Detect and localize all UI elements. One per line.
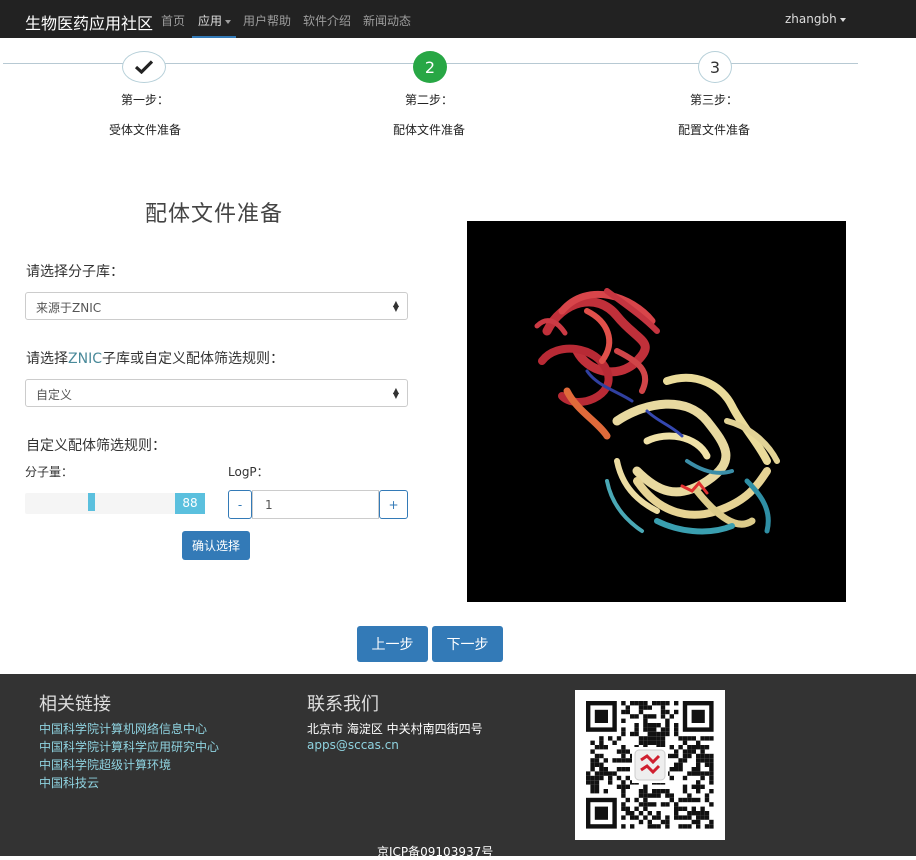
- contact-address: 北京市 海淀区 中关村南四街四号: [307, 722, 483, 736]
- links-heading: 相关链接: [39, 694, 111, 715]
- contact-heading: 联系我们: [307, 694, 379, 715]
- user-name: zhangbh: [785, 12, 837, 26]
- rule-select[interactable]: 自定义 ▲ ▼: [25, 379, 408, 407]
- user-menu[interactable]: zhangbh: [785, 12, 846, 26]
- nav-item-news[interactable]: 新闻动态: [363, 12, 411, 29]
- rule-select-value: 自定义: [36, 388, 73, 402]
- library-label: 请选择分子库：: [26, 264, 124, 280]
- step-2-circle: 2: [413, 51, 447, 83]
- brand-title[interactable]: 生物医药应用社区: [25, 10, 153, 34]
- contact-email[interactable]: apps@sccas.cn: [307, 738, 399, 752]
- select-arrows-icon: ▲ ▼: [392, 299, 399, 313]
- step-1-title: 第一步：: [120, 93, 169, 107]
- caret-down-icon: [225, 19, 232, 24]
- step-3-title: 第三步：: [689, 93, 738, 107]
- nav-item-help[interactable]: 用户帮助: [243, 12, 291, 29]
- step-1-desc: 受体文件准备: [108, 123, 181, 137]
- logp-decrement-button[interactable]: -: [228, 490, 252, 519]
- rule-label-suffix: 子库或自定义配体筛选规则：: [101, 351, 284, 367]
- logp-input[interactable]: 1: [252, 490, 379, 519]
- top-navbar: 生物医药应用社区 首页 应用 用户帮助 软件介绍 新闻动态 zhangbh: [0, 0, 916, 38]
- rule-label-highlight: ZNIC: [68, 351, 102, 367]
- nav-item-apps-label: 应用: [198, 14, 223, 28]
- footer-link-cstcloud[interactable]: 中国科技云: [39, 774, 99, 791]
- nav-active-indicator: [192, 36, 236, 38]
- step-2-desc: 配体文件准备: [392, 123, 465, 137]
- icp-number: 京ICP备09103937号: [377, 845, 494, 859]
- step-3-desc: 配置文件准备: [677, 123, 750, 137]
- mw-slider-value: 88: [175, 493, 205, 514]
- library-select[interactable]: 来源于ZNIC ▲ ▼: [25, 292, 408, 320]
- caret-down-icon: [839, 17, 846, 22]
- step-3-circle: 3: [698, 51, 732, 83]
- footer-link-supercomputing[interactable]: 中国科学院超级计算环境: [39, 756, 171, 773]
- logp-increment-button[interactable]: +: [379, 490, 408, 519]
- checkmark-icon: [135, 60, 153, 74]
- nav-item-home[interactable]: 首页: [161, 12, 185, 29]
- qr-code-icon: [575, 690, 725, 840]
- footer-link-sccas[interactable]: 中国科学院计算科学应用研究中心: [39, 738, 219, 755]
- section-title: 配体文件准备: [145, 202, 284, 227]
- nav-item-apps[interactable]: 应用: [198, 12, 232, 29]
- footer-link-cnic[interactable]: 中国科学院计算机网络信息中心: [39, 720, 207, 737]
- custom-rule-label: 自定义配体筛选规则：: [26, 438, 166, 454]
- molecule-viewer[interactable]: [467, 221, 846, 602]
- next-step-button[interactable]: 下一步: [432, 626, 503, 662]
- confirm-button[interactable]: 确认选择: [182, 531, 250, 560]
- mw-slider-handle[interactable]: [88, 493, 95, 511]
- mw-label: 分子量：: [25, 465, 74, 479]
- select-arrows-icon: ▲ ▼: [392, 386, 399, 400]
- protein-structure-image: [534, 288, 780, 535]
- prev-step-button[interactable]: 上一步: [357, 626, 428, 662]
- rule-label-prefix: 请选择: [26, 351, 68, 367]
- qr-code-image: [586, 701, 714, 829]
- rule-label: 请选择ZNIC子库或自定义配体筛选规则：: [26, 348, 284, 368]
- step-1-circle: [122, 51, 166, 83]
- nav-item-software[interactable]: 软件介绍: [303, 12, 351, 29]
- step-2-title: 第二步：: [404, 93, 453, 107]
- library-select-value: 来源于ZNIC: [36, 301, 102, 315]
- logp-label: LogP：: [228, 465, 269, 479]
